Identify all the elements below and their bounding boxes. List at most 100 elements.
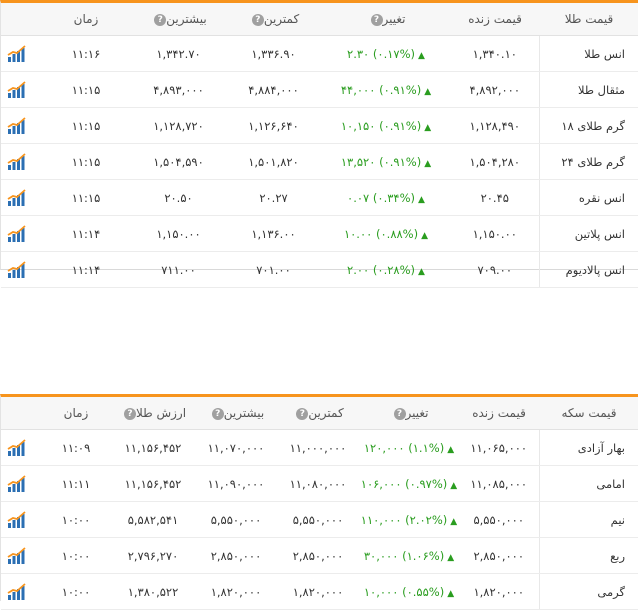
table-row: مثقال طلا ۴,۸۹۲,۰۰۰ ▲(۰.۹۱%) ۴۴,۰۰۰ ۴,۸۸۴,۰… bbox=[1, 71, 638, 108]
help-icon[interactable]: ? bbox=[251, 13, 264, 26]
row-high: ۴,۸۹۳,۰۰۰ bbox=[131, 71, 226, 108]
row-low: ۲۰.۲۷ bbox=[226, 179, 321, 216]
header-low: کمترین? bbox=[277, 397, 359, 430]
chart-icon[interactable] bbox=[7, 116, 27, 134]
chart-cell bbox=[1, 501, 41, 538]
row-value: ۱۱,۱۵۶,۴۵۲ bbox=[111, 465, 195, 502]
change-value: (۰.۹۱%) ۴۴,۰۰۰ bbox=[340, 82, 422, 97]
row-time: ۱۱:۱۱ bbox=[41, 465, 111, 502]
table-row: گرم طلای ۱۸ ۱,۱۲۸,۴۹۰ ▲(۰.۹۱%) ۱۰,۱۵۰ ۱,۱۲۶… bbox=[1, 107, 638, 144]
chart-icon[interactable] bbox=[7, 152, 27, 170]
chart-cell bbox=[1, 71, 41, 108]
row-value: ۱,۳۸۰,۵۲۲ bbox=[111, 573, 195, 610]
chart-icon[interactable] bbox=[7, 438, 27, 456]
coin-price-panel: قیمت سکه قیمت زنده تغییر? کمترین? بیشتری… bbox=[0, 394, 638, 610]
table-row: انس پالادیوم ۷۰۹.۰۰ ▲(۰.۲۸%) ۲.۰۰ ۷۰۱.۰۰ ۷۱۱… bbox=[1, 251, 638, 288]
row-name: گرمی bbox=[538, 573, 638, 610]
row-change: ▲(۱.۱%) ۱۲۰,۰۰۰ bbox=[359, 429, 459, 466]
chart-cell bbox=[1, 573, 41, 610]
help-icon[interactable]: ? bbox=[123, 407, 136, 420]
row-live: ۱,۵۰۴,۲۸۰ bbox=[451, 143, 539, 180]
row-value: ۲,۷۹۶,۲۷۰ bbox=[111, 537, 195, 574]
gold-price-panel: قیمت طلا قیمت زنده تغییر? کمترین? بیشتری… bbox=[0, 0, 638, 288]
up-arrow-icon: ▲ bbox=[418, 194, 425, 205]
help-icon[interactable]: ? bbox=[370, 13, 383, 26]
row-name: امامی bbox=[538, 465, 638, 502]
row-high: ۱,۱۲۸,۷۲۰ bbox=[131, 107, 226, 144]
row-change: ▲(۰.۵۵%) ۱۰,۰۰۰ bbox=[359, 573, 459, 610]
row-change: ▲(۰.۲۸%) ۲.۰۰ bbox=[321, 251, 451, 288]
row-value: ۵,۵۸۲,۵۴۱ bbox=[111, 501, 195, 538]
chart-icon[interactable] bbox=[7, 44, 27, 62]
table-row: نیم ۵,۵۵۰,۰۰۰ ▲(۲.۰۲%) ۱۱۰,۰۰۰ ۵,۵۵۰,۰۰۰ ۵,۵… bbox=[1, 501, 638, 538]
header-change: تغییر? bbox=[359, 397, 459, 430]
row-time: ۱۰:۰۰ bbox=[41, 501, 111, 538]
chart-icon[interactable] bbox=[7, 224, 27, 242]
row-name: انس نقره bbox=[538, 179, 638, 216]
row-low: ۱۱,۰۸۰,۰۰۰ bbox=[277, 465, 359, 502]
up-arrow-icon: ▲ bbox=[447, 588, 455, 599]
help-icon[interactable]: ? bbox=[211, 407, 224, 420]
row-low: ۵,۵۵۰,۰۰۰ bbox=[277, 501, 359, 538]
help-icon[interactable]: ? bbox=[296, 407, 309, 420]
up-arrow-icon: ▲ bbox=[424, 86, 432, 97]
chart-icon[interactable] bbox=[7, 474, 27, 492]
coin-price-table: قیمت سکه قیمت زنده تغییر? کمترین? بیشتری… bbox=[1, 397, 638, 610]
change-value: (۱.۰۶%) ۳۰,۰۰۰ bbox=[363, 548, 445, 563]
row-live: ۱,۱۲۸,۴۹۰ bbox=[451, 107, 539, 144]
help-icon[interactable]: ? bbox=[154, 13, 167, 26]
table-row: گرمی ۱,۸۲۰,۰۰۰ ▲(۰.۵۵%) ۱۰,۰۰۰ ۱,۸۲۰,۰۰۰ ۱,۸… bbox=[1, 573, 638, 610]
chart-icon[interactable] bbox=[7, 80, 27, 98]
row-live: ۲۰.۴۵ bbox=[451, 179, 539, 216]
row-change: ▲(۰.۱۷%) ۲.۳۰ bbox=[321, 35, 451, 72]
row-name: بهار آزادی bbox=[538, 429, 638, 466]
row-time: ۱۰:۰۰ bbox=[41, 537, 111, 574]
change-value: (۰.۹۱%) ۱۰,۱۵۰ bbox=[340, 118, 422, 133]
change-value: (۰.۹۱%) ۱۳,۵۲۰ bbox=[340, 154, 422, 169]
row-time: ۱۱:۱۴ bbox=[41, 251, 131, 288]
chart-cell bbox=[1, 429, 41, 466]
change-value: (۱.۱%) ۱۲۰,۰۰۰ bbox=[363, 440, 445, 455]
chart-cell bbox=[1, 143, 41, 180]
table-row: انس پلاتین ۱,۱۵۰.۰۰ ▲(۰.۸۸%) ۱۰.۰۰ ۱,۱۳۶.۰۰… bbox=[1, 215, 638, 252]
row-high: ۱,۱۵۰.۰۰ bbox=[131, 215, 226, 252]
row-live: ۴,۸۹۲,۰۰۰ bbox=[451, 71, 539, 108]
change-value: (۰.۹۷%) ۱۰۶,۰۰۰ bbox=[360, 476, 448, 491]
up-arrow-icon: ▲ bbox=[447, 444, 455, 455]
row-low: ۱,۱۳۶.۰۰ bbox=[226, 215, 321, 252]
row-high: ۱,۵۰۴,۵۹۰ bbox=[131, 143, 226, 180]
up-arrow-icon: ▲ bbox=[450, 480, 458, 491]
row-high: ۱,۸۲۰,۰۰۰ bbox=[195, 573, 277, 610]
row-name: انس طلا bbox=[538, 35, 638, 72]
row-name: گرم طلای ۲۴ bbox=[538, 143, 638, 180]
chart-cell bbox=[1, 179, 41, 216]
row-live: ۵,۵۵۰,۰۰۰ bbox=[459, 501, 539, 538]
table-row: گرم طلای ۲۴ ۱,۵۰۴,۲۸۰ ▲(۰.۹۱%) ۱۳,۵۲۰ ۱,۵۰۱… bbox=[1, 143, 638, 180]
row-low: ۷۰۱.۰۰ bbox=[226, 251, 321, 288]
chart-icon[interactable] bbox=[7, 188, 27, 206]
table-row: ربع ۲,۸۵۰,۰۰۰ ▲(۱.۰۶%) ۳۰,۰۰۰ ۲,۸۵۰,۰۰۰ ۲,۸۵… bbox=[1, 537, 638, 574]
row-time: ۱۱:۱۵ bbox=[41, 179, 131, 216]
header-name: قیمت طلا bbox=[539, 3, 638, 36]
help-icon[interactable]: ? bbox=[393, 407, 406, 420]
header-name: قیمت سکه bbox=[539, 397, 638, 430]
chart-icon[interactable] bbox=[7, 510, 27, 528]
row-name: مثقال طلا bbox=[538, 71, 638, 108]
header-value: ارزش طلا? bbox=[111, 397, 195, 430]
row-high: ۱۱,۰۹۰,۰۰۰ bbox=[195, 465, 277, 502]
chart-icon[interactable] bbox=[7, 582, 27, 600]
row-time: ۱۱:۱۶ bbox=[41, 35, 131, 72]
header-time: زمان bbox=[41, 397, 111, 430]
row-high: ۵,۵۵۰,۰۰۰ bbox=[195, 501, 277, 538]
table-row: امامی ۱۱,۰۸۵,۰۰۰ ▲(۰.۹۷%) ۱۰۶,۰۰۰ ۱۱,۰۸۰,۰۰… bbox=[1, 465, 638, 502]
chart-cell bbox=[1, 537, 41, 574]
table-row: انس نقره ۲۰.۴۵ ▲(۰.۳۴%) ۰.۰۷ ۲۰.۲۷ ۲۰.۵۰ ۱۱:۱… bbox=[1, 179, 638, 216]
row-change: ▲(۰.۹۱%) ۱۰,۱۵۰ bbox=[321, 107, 451, 144]
row-low: ۲,۸۵۰,۰۰۰ bbox=[277, 537, 359, 574]
chart-icon[interactable] bbox=[7, 546, 27, 564]
row-low: ۱,۳۳۶.۹۰ bbox=[226, 35, 321, 72]
row-value: ۱۱,۱۵۶,۴۵۲ bbox=[111, 429, 195, 466]
row-change: ▲(۰.۹۱%) ۴۴,۰۰۰ bbox=[321, 71, 451, 108]
change-value: (۲.۰۲%) ۱۱۰,۰۰۰ bbox=[360, 512, 448, 527]
chart-icon[interactable] bbox=[7, 260, 27, 278]
